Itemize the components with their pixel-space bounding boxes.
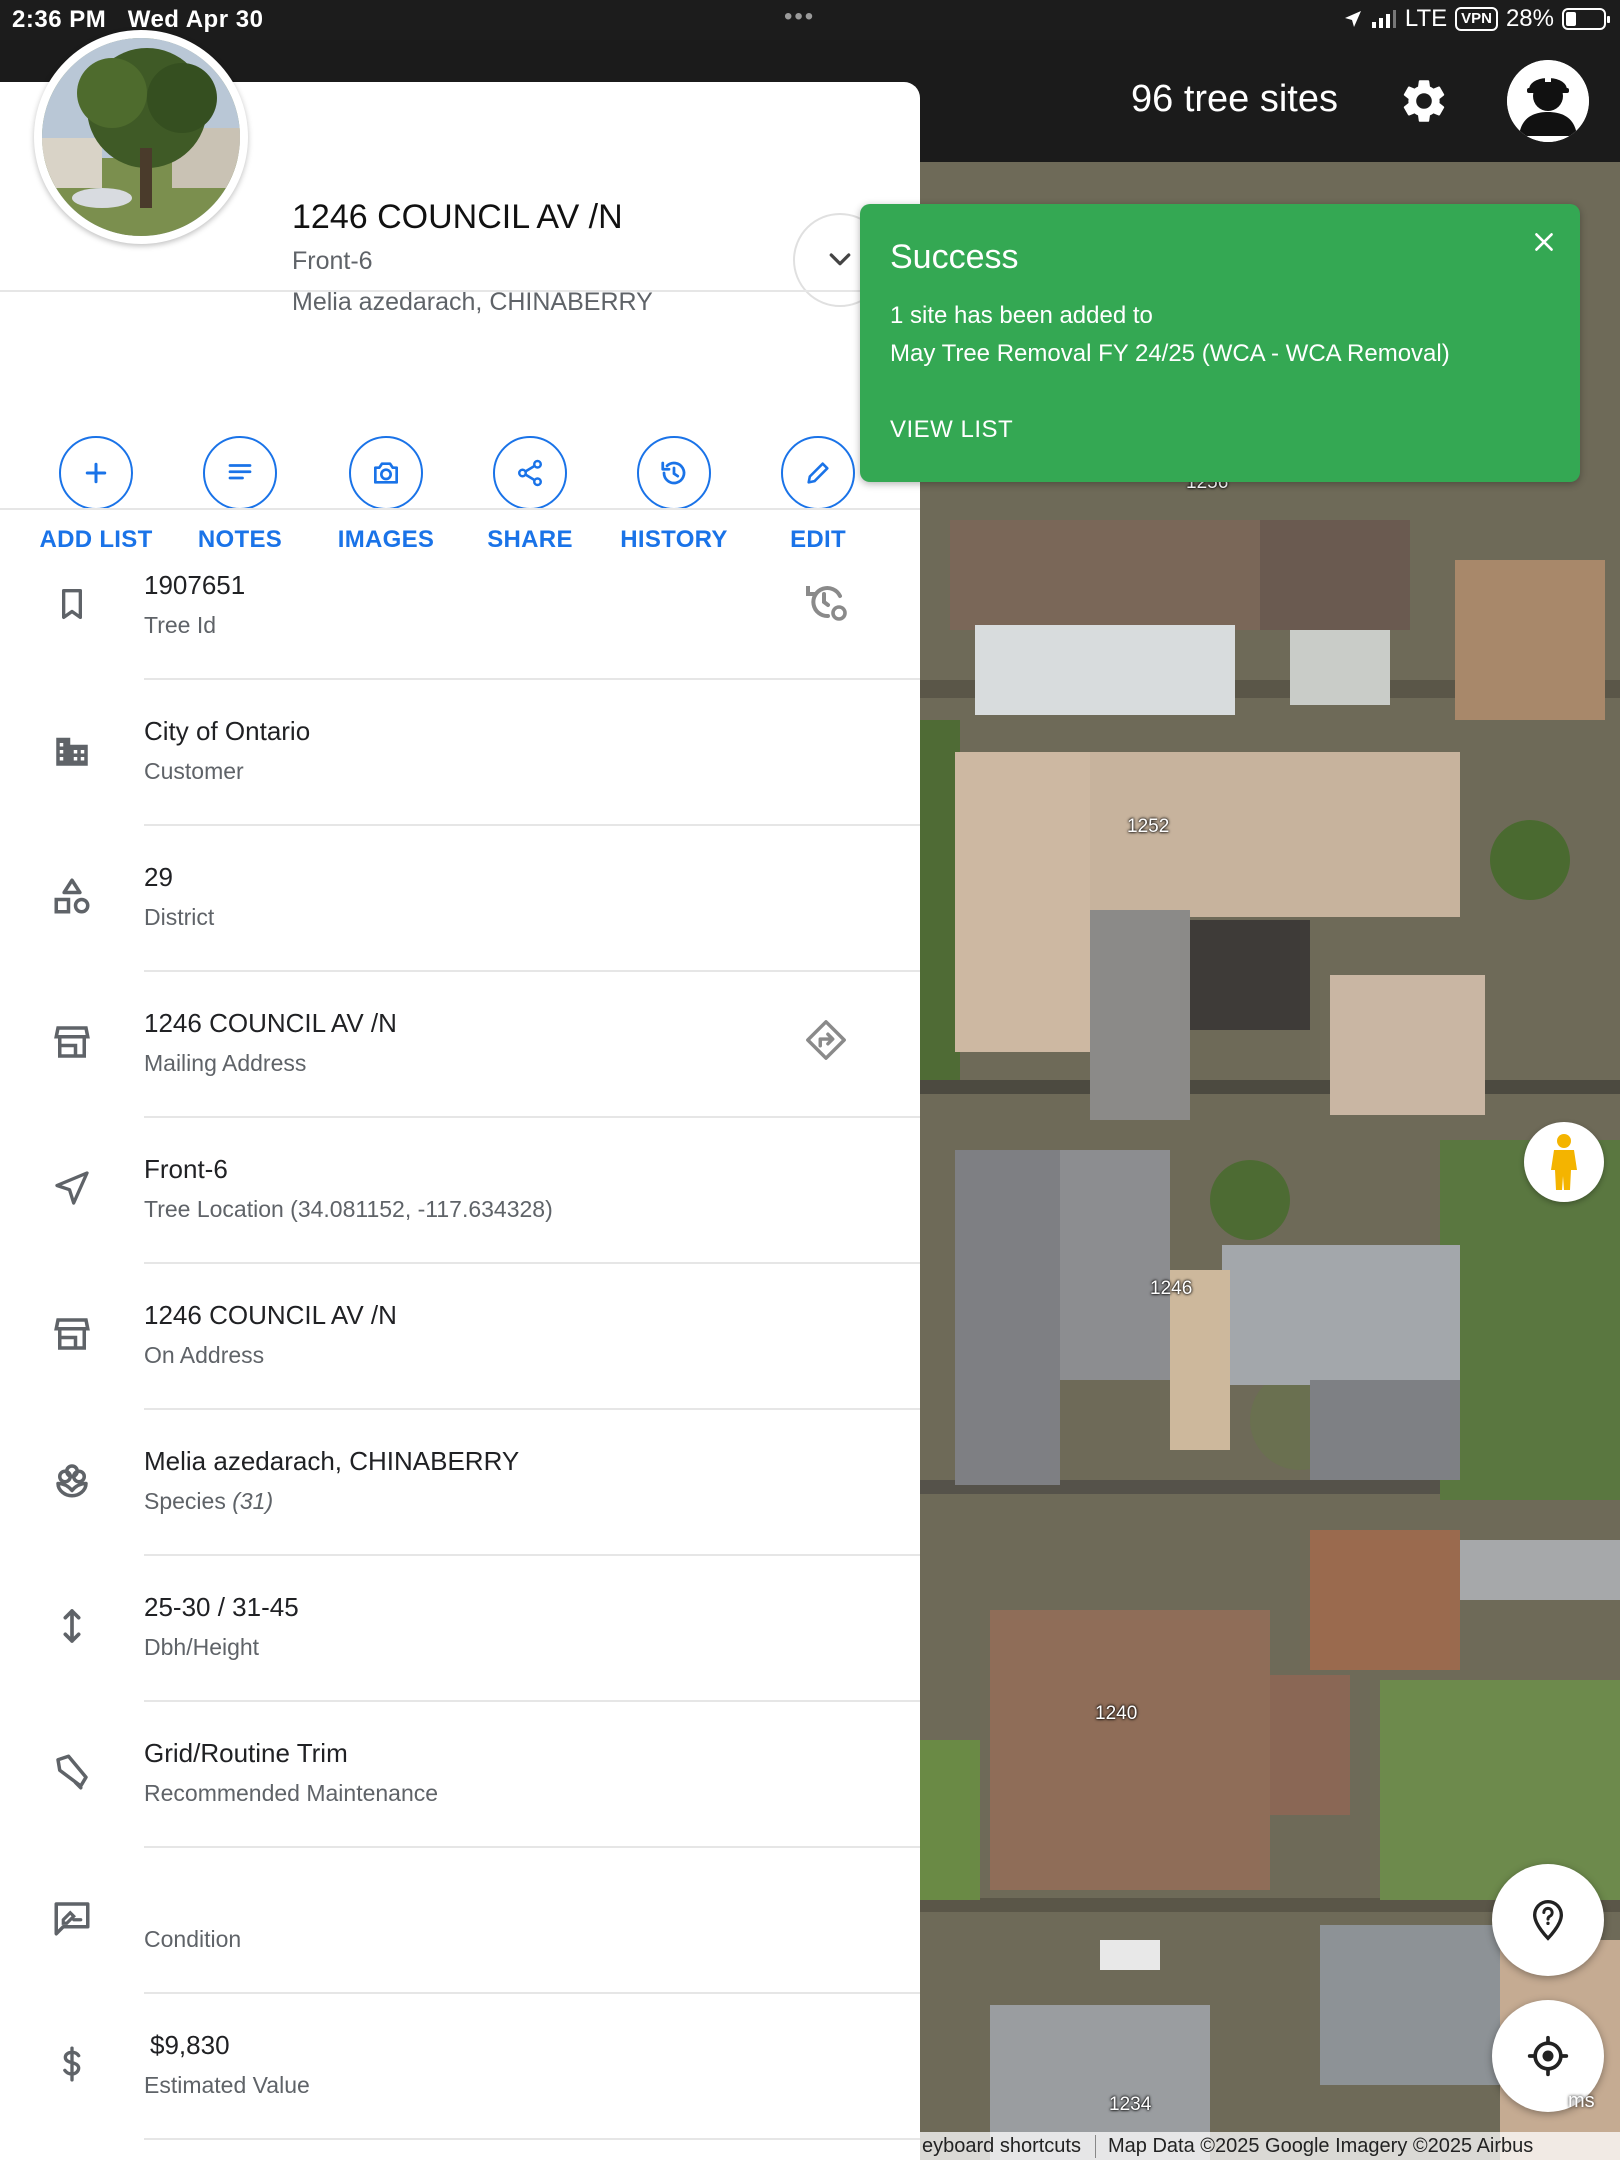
pencil-icon [807, 462, 829, 484]
row-mailing-address[interactable]: 1246 COUNCIL AV /N Mailing Address [0, 972, 920, 1118]
success-toast: Success 1 site has been added to May Tre… [860, 204, 1580, 482]
camera-icon [374, 462, 398, 484]
pegman-icon [1551, 1134, 1577, 1190]
row-tree-id[interactable]: 1907651 Tree Id [0, 534, 920, 680]
maintenance-label: Recommended Maintenance [144, 1780, 439, 1806]
toast-title: Success [890, 238, 1019, 276]
settings-button[interactable] [1398, 75, 1450, 127]
house-number-label: 1246 [1150, 1278, 1193, 1299]
actions-divider [0, 508, 920, 510]
toast-close-button[interactable] [1524, 222, 1564, 262]
row-maintenance[interactable]: Grid/Routine Trim Recommended Maintenanc… [0, 1702, 920, 1848]
on-address-label: On Address [144, 1342, 265, 1368]
header-divider [0, 290, 920, 292]
tree-id-value: 1907651 [144, 570, 246, 600]
row-condition[interactable]: Condition [0, 1848, 920, 1994]
site-details-panel: 1246 COUNCIL AV /N Front-6 Melia azedara… [0, 82, 920, 2160]
tree-photo-thumbnail[interactable] [34, 30, 248, 244]
row-tree-location[interactable]: Front-6 Tree Location (34.081152, -117.6… [0, 1118, 920, 1264]
maintenance-value: Grid/Routine Trim [144, 1738, 348, 1768]
tree-location-value: Front-6 [144, 1154, 228, 1184]
house-number-label: 1240 [1095, 1703, 1138, 1724]
rate-review-icon [54, 1902, 90, 1936]
crosshair-icon [1527, 2035, 1569, 2077]
tree-photo-image [42, 38, 240, 236]
battery-icon [1562, 8, 1610, 30]
worker-hardhat-icon [1507, 60, 1589, 142]
multitasking-dots[interactable]: ••• [784, 3, 815, 31]
estimated-value-label: Estimated Value [144, 2072, 310, 2098]
vertical-arrows-icon [63, 1609, 81, 1643]
storefront-icon [54, 1026, 90, 1058]
toast-message-line1: 1 site has been added to [890, 302, 1153, 329]
building-icon [56, 737, 88, 766]
row-estimated-value[interactable]: $9,830 Estimated Value [0, 1994, 920, 2140]
site-address-title: 1246 COUNCIL AV /N [292, 198, 623, 236]
street-view-pegman[interactable] [1524, 1122, 1604, 1202]
help-location-button[interactable] [1492, 1864, 1604, 1976]
view-list-link[interactable]: VIEW LIST [890, 416, 1013, 444]
district-value: 29 [144, 862, 173, 892]
directions-button[interactable] [798, 1012, 854, 1068]
house-number-label: 1234 [1109, 2094, 1152, 2115]
toast-message-line2: May Tree Removal FY 24/25 (WCA - WCA Rem… [890, 340, 1450, 367]
on-address-value: 1246 COUNCIL AV /N [144, 1300, 397, 1330]
location-arrow-icon [1344, 11, 1361, 27]
directions-icon [806, 1020, 846, 1060]
row-customer[interactable]: City of Ontario Customer [0, 680, 920, 826]
vpn-badge: VPN [1455, 7, 1498, 31]
dbh-height-value: 25-30 / 31-45 [144, 1592, 299, 1622]
district-label: District [144, 904, 215, 930]
row-dbh-height[interactable]: 25-30 / 31-45 Dbh/Height [0, 1556, 920, 1702]
navigation-arrow-icon [55, 1171, 89, 1205]
dbh-height-label: Dbh/Height [144, 1634, 260, 1660]
tree-location-label: Tree Location (34.081152, -117.634328) [144, 1196, 553, 1222]
keyboard-shortcuts-link[interactable]: eyboard shortcuts [920, 2135, 1081, 2158]
row-species[interactable]: Melia azedarach, CHINABERRY Species (31) [0, 1410, 920, 1556]
history-icon [661, 461, 686, 485]
network-type: LTE [1404, 5, 1448, 32]
customer-value: City of Ontario [144, 716, 311, 746]
plus-icon [85, 462, 107, 484]
history-settings-icon [806, 586, 847, 621]
status-indicators: LTE VPN 28% [1343, 5, 1610, 33]
mailing-address-label: Mailing Address [144, 1050, 307, 1076]
bookmark-icon [62, 589, 83, 619]
condition-label: Condition [144, 1926, 242, 1952]
trim-icon [56, 1754, 88, 1790]
battery-percent: 28% [1505, 5, 1554, 32]
house-number-label: 1252 [1127, 816, 1170, 837]
mailing-address-value: 1246 COUNCIL AV /N [144, 1008, 397, 1038]
species-count: (31) [232, 1488, 274, 1514]
species-label: Species (31) [144, 1488, 274, 1514]
chevron-down-icon [829, 253, 851, 266]
tree-history-settings-button[interactable] [798, 574, 854, 630]
site-count[interactable]: 96 tree sites [1131, 78, 1338, 121]
site-location-subtitle: Front-6 [292, 247, 373, 275]
status-bar: 2:36 PM Wed Apr 30 ••• LTE VPN 28% [0, 0, 1620, 40]
map-attribution: eyboard shortcuts Map Data ©2025 Google … [920, 2132, 1620, 2160]
signal-bars-icon [1371, 10, 1396, 28]
species-value: Melia azedarach, CHINABERRY [144, 1446, 520, 1476]
customer-label: Customer [144, 758, 244, 784]
site-species-subtitle: Melia azedarach, CHINABERRY [292, 288, 653, 316]
flower-icon [56, 1464, 88, 1498]
notes-icon [228, 464, 252, 480]
map-data-credit: Map Data ©2025 Google Imagery ©2025 Airb… [1094, 2134, 1533, 2158]
gear-icon [1403, 80, 1445, 122]
dollar-icon [63, 2046, 81, 2082]
tree-id-label: Tree Id [144, 612, 217, 638]
shapes-icon [54, 878, 90, 914]
user-avatar-button[interactable] [1507, 60, 1589, 142]
location-help-icon [1532, 1900, 1564, 1941]
storefront-icon [54, 1318, 90, 1350]
row-on-address[interactable]: 1246 COUNCIL AV /N On Address [0, 1264, 920, 1410]
close-icon [1535, 233, 1553, 251]
share-icon [518, 459, 542, 487]
terms-link-fragment[interactable]: ms [1568, 2090, 1595, 2113]
row-district[interactable]: 29 District [0, 826, 920, 972]
estimated-value-value: $9,830 [150, 2030, 230, 2060]
